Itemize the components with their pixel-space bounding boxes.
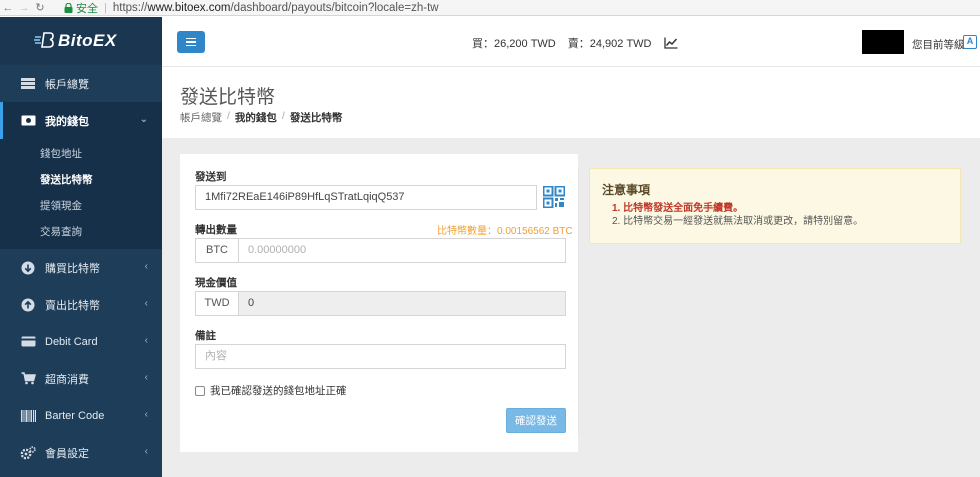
breadcrumb-separator: / xyxy=(227,110,230,122)
cash-value-label: 現金價值 xyxy=(195,277,237,289)
browser-toolbar: ← → ↻ 安全 | https://www.bitoex.com/dashbo… xyxy=(0,0,980,16)
note-input[interactable]: 內容 xyxy=(195,344,566,369)
submenu-wallet-address[interactable]: 錢包地址 xyxy=(0,141,162,167)
chevron-left-icon: ‹ xyxy=(144,446,148,457)
lock-icon xyxy=(62,0,74,16)
hamburger-line xyxy=(186,41,196,43)
amount-label: 轉出數量 xyxy=(195,224,237,236)
chevron-left-icon: ‹ xyxy=(144,335,148,346)
card-divider xyxy=(578,168,579,436)
confirm-address-checkbox[interactable] xyxy=(195,385,205,396)
brand[interactable]: BitoEX xyxy=(0,17,162,65)
confirm-address-label[interactable]: 我已確認發送的錢包地址正確 xyxy=(210,383,347,398)
sidebar-item-debit-card[interactable]: Debit Card ‹ xyxy=(0,323,162,360)
buy-price: 買：26,200 TWD xyxy=(472,38,556,50)
qr-code-icon[interactable] xyxy=(543,186,565,208)
amount-input[interactable]: 0.00000000 xyxy=(238,238,566,263)
submenu-transactions[interactable]: 交易查詢 xyxy=(0,219,162,245)
breadcrumb-dashboard[interactable]: 帳戶總覽 xyxy=(180,110,222,125)
topbar: 買：26,200 TWD 賣：24,902 TWD 您目前等級 A xyxy=(162,17,980,67)
sidebar-item-label: 賣出比特幣 xyxy=(45,299,100,312)
chevron-left-icon: ‹ xyxy=(144,409,148,420)
send-to-label: 發送到 xyxy=(195,171,227,183)
note-label: 備註 xyxy=(195,330,216,342)
notice-box: 注意事項 1. 比特幣發送全面免手續費。 2. 比特幣交易一經發送就無法取消或更… xyxy=(589,168,961,244)
arrow-up-circle-icon xyxy=(19,298,37,312)
dashboard-icon xyxy=(19,77,37,91)
sidebar-item-convenience-store[interactable]: 超商消費 ‹ xyxy=(0,360,162,397)
breadcrumb: 帳戶總覽 / 我的錢包 / 發送比特幣 xyxy=(180,110,342,125)
sidebar-item-label: 會員設定 xyxy=(45,447,89,460)
breadcrumb-wallet[interactable]: 我的錢包 xyxy=(235,110,277,125)
sidebar-item-sell-bitcoin[interactable]: 賣出比特幣 ‹ xyxy=(0,286,162,323)
user-name-redacted[interactable] xyxy=(862,30,904,54)
barcode-icon xyxy=(19,409,37,423)
submenu-send-bitcoin[interactable]: 發送比特幣 xyxy=(0,167,162,193)
sidebar-item-dashboard[interactable]: 帳戶總覽 xyxy=(0,65,162,102)
sidebar-item-label: 我的錢包 xyxy=(45,115,89,128)
secure-label: 安全 xyxy=(76,2,98,15)
breadcrumb-current: 發送比特幣 xyxy=(289,112,343,124)
chevron-left-icon: ‹ xyxy=(144,372,148,383)
level-badge-icon[interactable]: A xyxy=(963,35,977,49)
notice-list: 1. 比特幣發送全面免手續費。 2. 比特幣交易一經發送就無法取消或更改，請特別… xyxy=(612,202,863,228)
breadcrumb-separator: / xyxy=(281,110,285,122)
chevron-left-icon: ‹ xyxy=(144,261,148,272)
bitoex-logo-icon xyxy=(34,32,54,48)
chevron-down-icon: ⌄ xyxy=(139,114,148,125)
cart-icon xyxy=(19,372,37,386)
sidebar-item-label: Barter Code xyxy=(45,409,105,422)
line-chart-icon[interactable] xyxy=(663,37,678,49)
page-title: 發送比特幣 xyxy=(180,87,276,108)
price-ticker: 買：26,200 TWD 賣：24,902 TWD xyxy=(472,35,678,51)
wallet-submenu: 錢包地址 發送比特幣 提領現金 交易查詢 xyxy=(0,139,162,249)
url-host: www.bitoex.com xyxy=(147,1,231,14)
hamburger-line xyxy=(186,44,196,47)
sidebar-item-buy-bitcoin[interactable]: 購買比特幣 ‹ xyxy=(0,249,162,286)
sidebar-item-label: 超商消費 xyxy=(45,373,89,386)
reload-icon[interactable]: ↻ xyxy=(32,0,48,16)
notice-title: 注意事項 xyxy=(602,183,651,197)
sidebar-item-label: 帳戶總覽 xyxy=(45,78,89,91)
cash-unit-addon: TWD xyxy=(195,291,239,316)
page-header: 發送比特幣 帳戶總覽 / 我的錢包 / 發送比特幣 xyxy=(162,68,980,138)
notice-item: 1. 比特幣發送全面免手續費。 xyxy=(612,203,744,214)
gears-icon xyxy=(19,445,37,460)
cash-value-field: 0 xyxy=(238,291,566,316)
arrow-down-circle-icon xyxy=(19,261,37,275)
confirm-send-button[interactable]: 確認發送 xyxy=(506,408,566,433)
credit-card-icon xyxy=(19,335,37,349)
url-scheme: https:// xyxy=(112,1,148,14)
sidebar-item-label: 購買比特幣 xyxy=(45,262,100,275)
hamburger-line xyxy=(186,37,196,40)
sidebar-item-barter-code[interactable]: Barter Code ‹ xyxy=(0,397,162,434)
forward-icon[interactable]: → xyxy=(16,0,32,16)
back-icon[interactable]: ← xyxy=(0,0,16,16)
sidebar: BitoEX 帳戶總覽 我的錢包 ⌄ 錢包地址 發送比特幣 提領現金 交易查詢 … xyxy=(0,17,162,477)
submenu-withdraw-cash[interactable]: 提領現金 xyxy=(0,193,162,219)
url-separator: | xyxy=(104,1,107,14)
notice-item: 2. 比特幣交易一經發送就無法取消或更改，請特別留意。 xyxy=(612,216,864,227)
sidebar-item-label: Debit Card xyxy=(45,335,98,348)
address-bar[interactable]: https://www.bitoex.com/dashboard/payouts… xyxy=(113,2,439,14)
address-input[interactable]: 1Mfi72REaE146iP89HfLqSTratLqiqQ537 xyxy=(195,185,537,210)
bitcoin-balance[interactable]: 比特幣數量：0.00156562 BTC xyxy=(437,222,573,237)
chevron-left-icon: ‹ xyxy=(144,298,148,309)
confirm-address-row[interactable]: 我已確認發送的錢包地址正確 xyxy=(195,383,347,398)
menu-toggle-button[interactable] xyxy=(177,31,205,53)
brand-logo: BitoEX xyxy=(32,31,117,51)
wallet-icon xyxy=(19,114,37,128)
sidebar-item-wallet[interactable]: 我的錢包 ⌄ xyxy=(0,102,162,139)
sell-price: 賣：24,902 TWD xyxy=(567,38,652,50)
brand-name: BitoEX xyxy=(58,31,117,50)
user-level-label: 您目前等級 xyxy=(912,39,965,51)
amount-unit-addon: BTC xyxy=(195,238,239,263)
sidebar-item-member-settings[interactable]: 會員設定 ‹ xyxy=(0,434,162,471)
url-path: /dashboard/payouts/bitcoin?locale=zh-tw xyxy=(230,1,439,14)
